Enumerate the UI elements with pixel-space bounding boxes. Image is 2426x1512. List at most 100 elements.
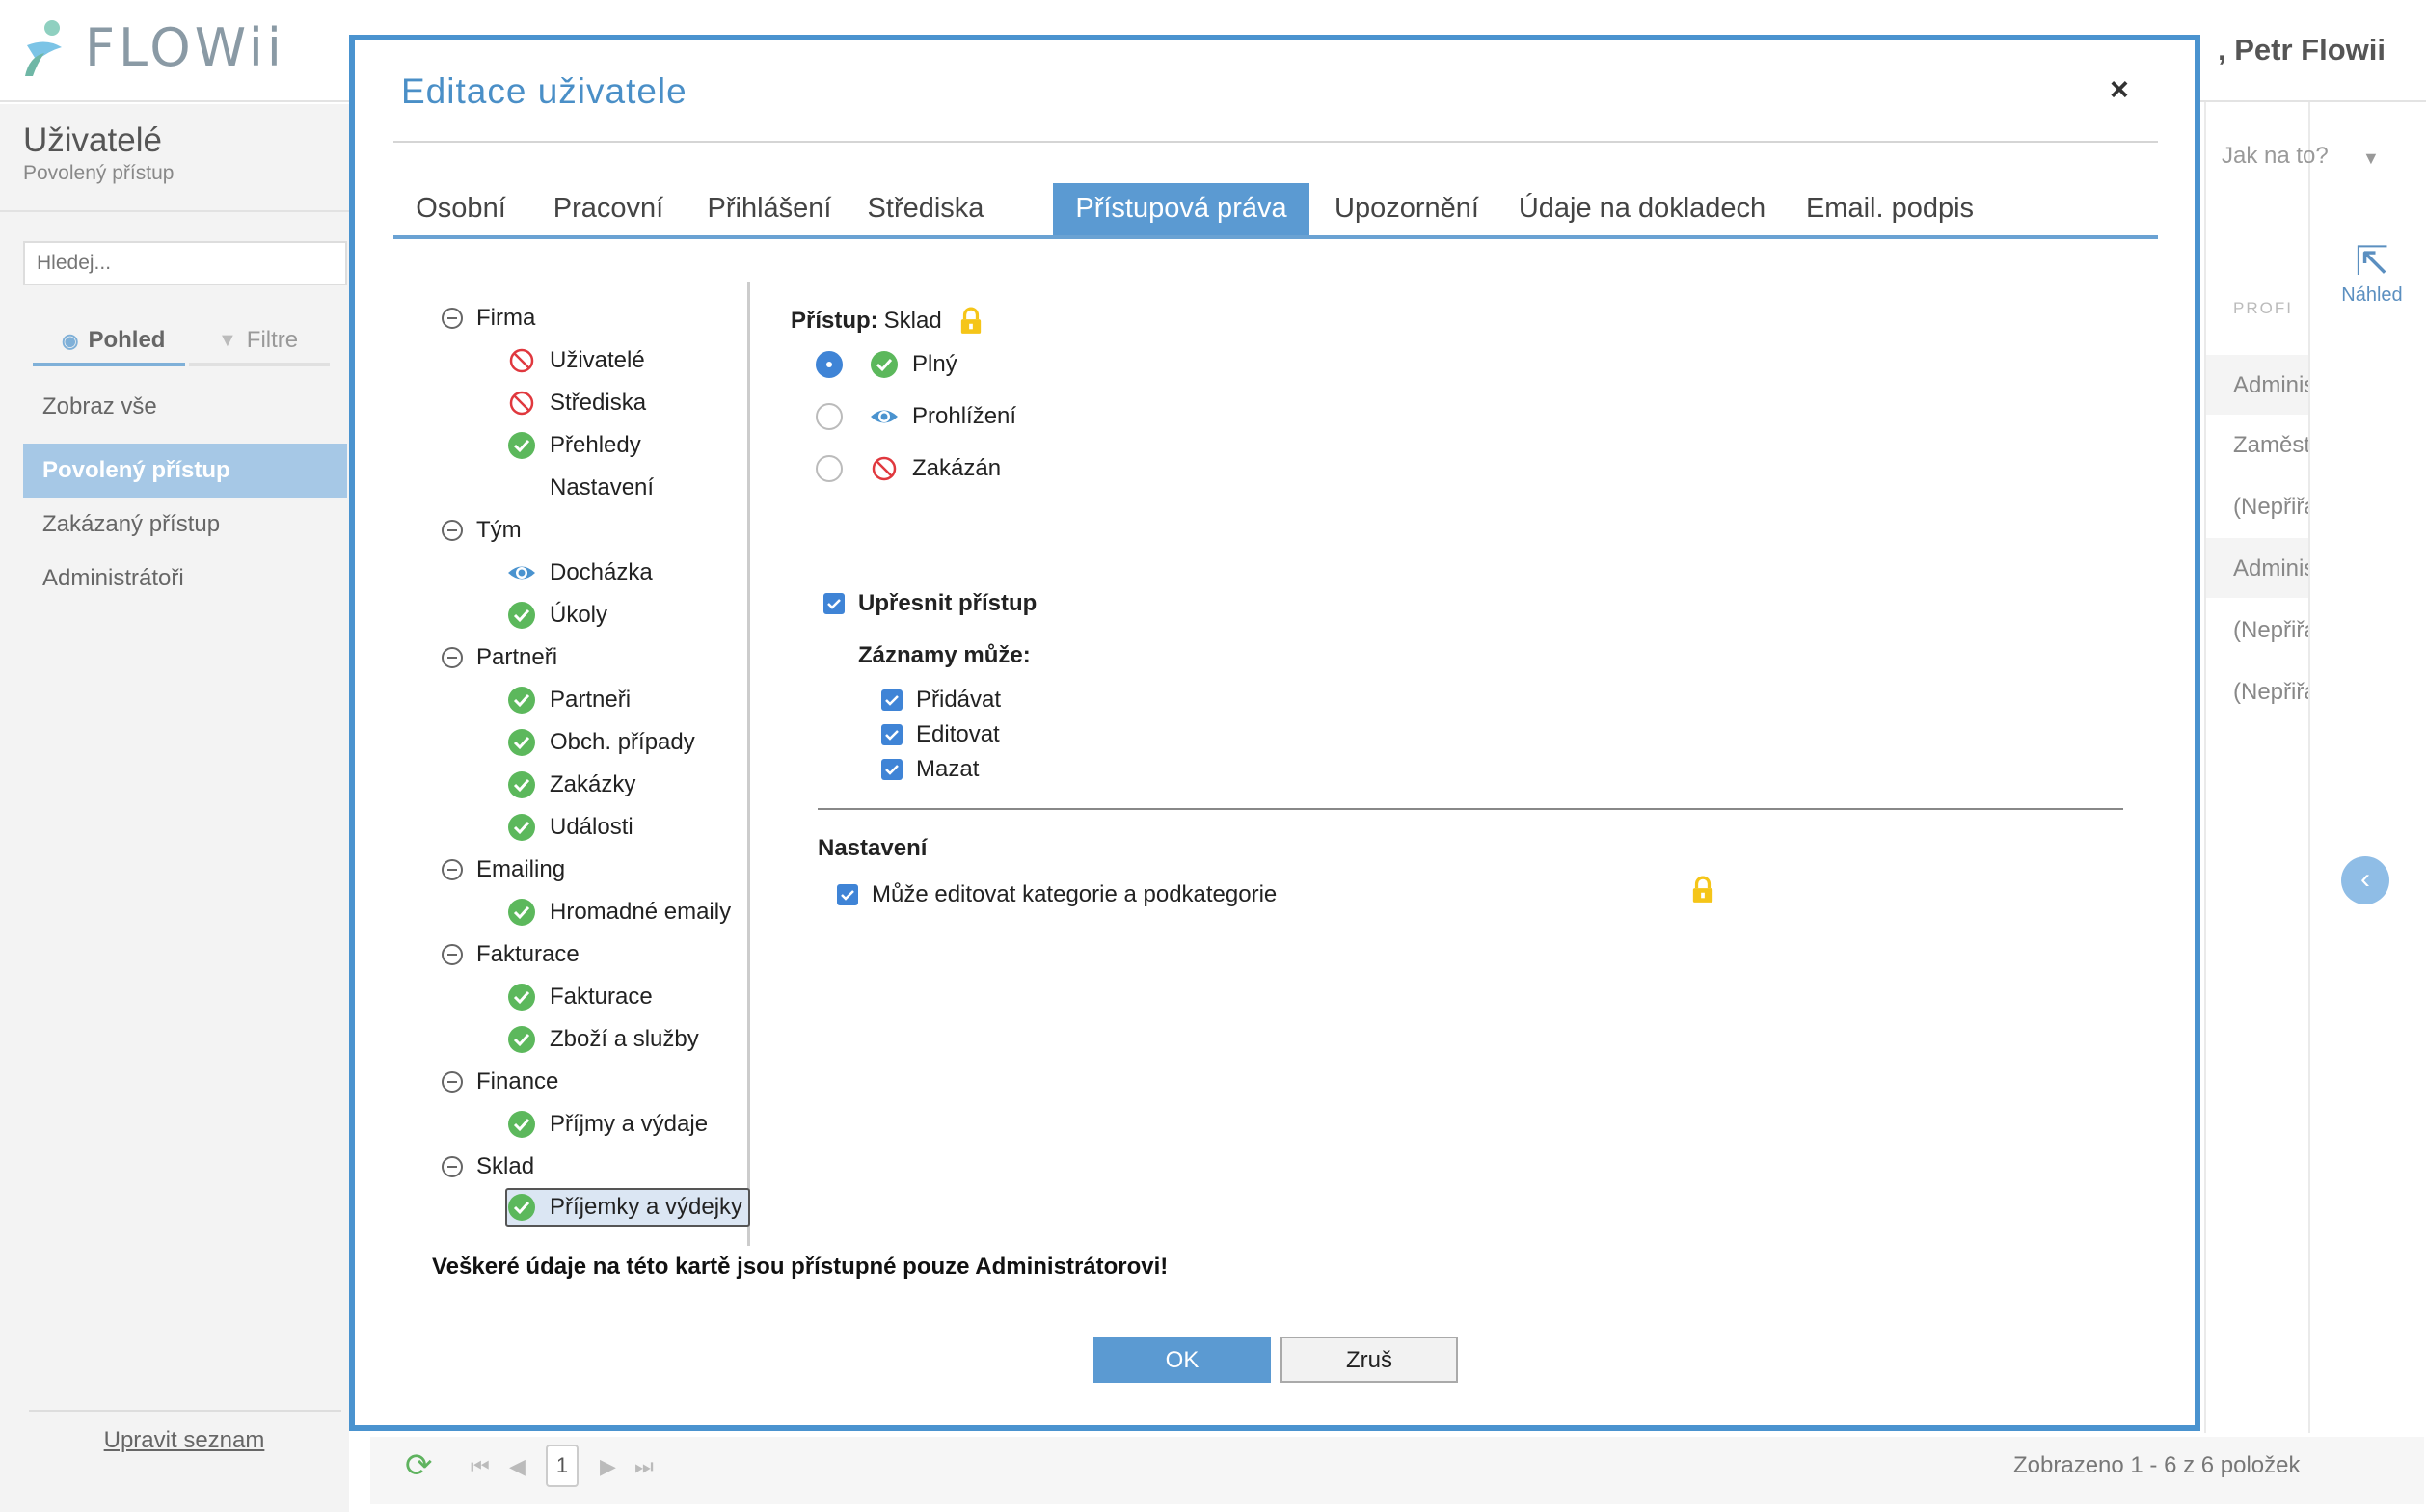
table-row[interactable]: Zaměst [2206, 415, 2308, 474]
tree-item-nastaveni[interactable]: Nastavení [550, 469, 654, 507]
tree-item-prijmy-a-vydaje[interactable]: Příjmy a výdaje [507, 1105, 708, 1144]
edit-categories-checkbox[interactable]: Může editovat kategorie a podkategorie [837, 881, 1277, 908]
tree-group-fakturace[interactable]: Fakturace [442, 935, 580, 974]
access-option-full[interactable]: Plný [816, 345, 957, 384]
access-option-denied[interactable]: Zakázán [816, 449, 1001, 488]
tree-item-label: Úkoly [550, 602, 608, 628]
ok-button[interactable]: OK [1093, 1336, 1271, 1383]
tree-group-label: Partneři [476, 644, 558, 670]
cancel-button[interactable]: Zruš [1280, 1336, 1458, 1383]
eye-icon [508, 566, 535, 580]
tree-item-hromadne-emaily[interactable]: Hromadné emaily [507, 893, 731, 932]
how-to-dropdown[interactable]: Jak na to? [2222, 143, 2329, 170]
user-name[interactable]: , Petr Flowii [2218, 33, 2386, 68]
tab-email-podpis[interactable]: Email. podpis [1793, 183, 1986, 235]
tree-group-emailing[interactable]: Emailing [442, 850, 565, 889]
tree-item-prehledy[interactable]: Přehledy [507, 426, 641, 465]
tree-item-label: Partneři [550, 687, 632, 713]
tab-osobni[interactable]: Osobní [393, 183, 528, 235]
tree-item-label: Příjmy a výdaje [550, 1111, 709, 1137]
collapse-icon[interactable] [442, 859, 463, 880]
edit-user-dialog: Editace uživatele × Osobní Pracovní Přih… [349, 35, 2200, 1431]
checkbox-checked-icon[interactable] [837, 884, 858, 905]
tree-group-firma[interactable]: Firma [442, 299, 535, 338]
tab-udaje-na-dokladech[interactable]: Údaje na dokladech [1502, 183, 1782, 235]
collapse-icon[interactable] [442, 308, 463, 329]
checkbox-checked-icon[interactable] [823, 593, 845, 614]
sidebar-item-denied[interactable]: Zakázaný přístup [23, 498, 347, 552]
tree-group-label: Firma [476, 305, 536, 331]
tree-item-ukoly[interactable]: Úkoly [507, 596, 607, 634]
tree-item-obch-pripady[interactable]: Obch. případy [507, 723, 695, 762]
tab-prihlaseni[interactable]: Přihlášení [692, 183, 847, 235]
logo-text: FLOWii [85, 17, 285, 78]
check-circle-icon [508, 899, 535, 926]
tree-item-fakturace[interactable]: Fakturace [507, 978, 653, 1016]
tree-group-finance[interactable]: Finance [442, 1063, 558, 1101]
table-row[interactable]: Adminis [2206, 538, 2308, 598]
collapse-icon[interactable] [442, 647, 463, 668]
tree-item-label: Docházka [550, 559, 653, 585]
tree-item-label: Fakturace [550, 984, 653, 1010]
tab-upozorneni[interactable]: Upozornění [1325, 183, 1489, 235]
checkbox-checked-icon[interactable] [881, 759, 903, 780]
table-row[interactable]: (Nepřiřa [2206, 662, 2308, 721]
table-row[interactable]: (Nepřiřa [2206, 600, 2308, 660]
table-row[interactable]: Adminis [2206, 355, 2308, 415]
refine-access-checkbox[interactable]: Upřesnit přístup [823, 590, 1037, 617]
permission-add-checkbox[interactable]: Přidávat [881, 687, 1001, 714]
checkbox-label: Může editovat kategorie a podkategorie [872, 881, 1278, 907]
access-option-view[interactable]: Prohlížení [816, 397, 1016, 436]
logo[interactable]: FLOWii [23, 17, 285, 78]
option-label: Plný [912, 351, 957, 377]
column-header[interactable]: PROFI [2233, 299, 2293, 318]
collapse-icon[interactable] [442, 1156, 463, 1177]
eye-icon [871, 410, 898, 423]
radio-view[interactable] [816, 403, 843, 430]
tree-item-prijemky-a-vydejky[interactable]: Příjemky a výdejky [505, 1188, 751, 1227]
tree-group-partneri[interactable]: Partneři [442, 638, 557, 677]
tab-filtre[interactable]: ▼ Filtre [189, 318, 330, 366]
checkbox-checked-icon[interactable] [881, 689, 903, 711]
forbidden-icon [509, 391, 534, 416]
radio-denied[interactable] [816, 455, 843, 482]
tree-group-sklad[interactable]: Sklad [442, 1148, 534, 1186]
tab-pohled[interactable]: ◉ Pohled [33, 318, 185, 366]
checkbox-checked-icon[interactable] [881, 724, 903, 745]
preview-button[interactable]: ⇱ Náhled [2333, 237, 2411, 307]
tree-item-udalosti[interactable]: Události [507, 808, 633, 847]
tab-strediska[interactable]: Střediska [854, 183, 997, 235]
close-icon[interactable]: × [2110, 71, 2129, 109]
prev-page-icon[interactable]: ◀ [509, 1454, 526, 1479]
next-page-icon[interactable]: ▶ [600, 1454, 616, 1479]
tree-item-dochazka[interactable]: Docházka [507, 554, 653, 592]
tree-item-zbozi-a-sluzby[interactable]: Zboží a služby [507, 1020, 699, 1059]
tree-item-partneri[interactable]: Partneři [507, 681, 631, 719]
last-page-icon[interactable]: ⏭ [634, 1454, 654, 1479]
radio-full[interactable] [816, 351, 843, 378]
permission-edit-checkbox[interactable]: Editovat [881, 721, 1000, 748]
eye-icon: ◉ [62, 330, 79, 352]
search-input[interactable] [23, 241, 347, 285]
sidebar-item-allowed[interactable]: Povolený přístup [23, 444, 347, 498]
collapse-icon[interactable] [442, 944, 463, 965]
sidebar-item-all[interactable]: Zobraz vše [23, 380, 347, 434]
tree-item-zakazky[interactable]: Zakázky [507, 766, 635, 804]
sidebar-item-admins[interactable]: Administrátoři [23, 552, 347, 606]
refresh-icon[interactable]: ⟳ [405, 1446, 433, 1485]
permission-delete-checkbox[interactable]: Mazat [881, 756, 979, 783]
edit-list-link[interactable]: Upravit seznam [0, 1427, 368, 1454]
sidebar-title: Uživatelé [23, 122, 162, 159]
tree-item-strediska[interactable]: Střediska [507, 384, 646, 422]
table-row[interactable]: (Nepřiřa [2206, 476, 2308, 536]
collapse-icon[interactable] [442, 520, 463, 541]
tab-pracovni[interactable]: Pracovní [536, 183, 681, 235]
chevron-down-icon[interactable]: ▼ [2362, 148, 2380, 169]
page-number-input[interactable]: 1 [546, 1444, 579, 1487]
tree-item-uzivatele[interactable]: Uživatelé [507, 341, 645, 380]
collapse-panel-button[interactable]: ‹ [2341, 856, 2389, 904]
tree-group-tym[interactable]: Tým [442, 511, 522, 550]
collapse-icon[interactable] [442, 1071, 463, 1093]
tab-pristupova-prava[interactable]: Přístupová práva [1053, 183, 1309, 235]
first-page-icon[interactable]: ⏮ [471, 1454, 490, 1479]
